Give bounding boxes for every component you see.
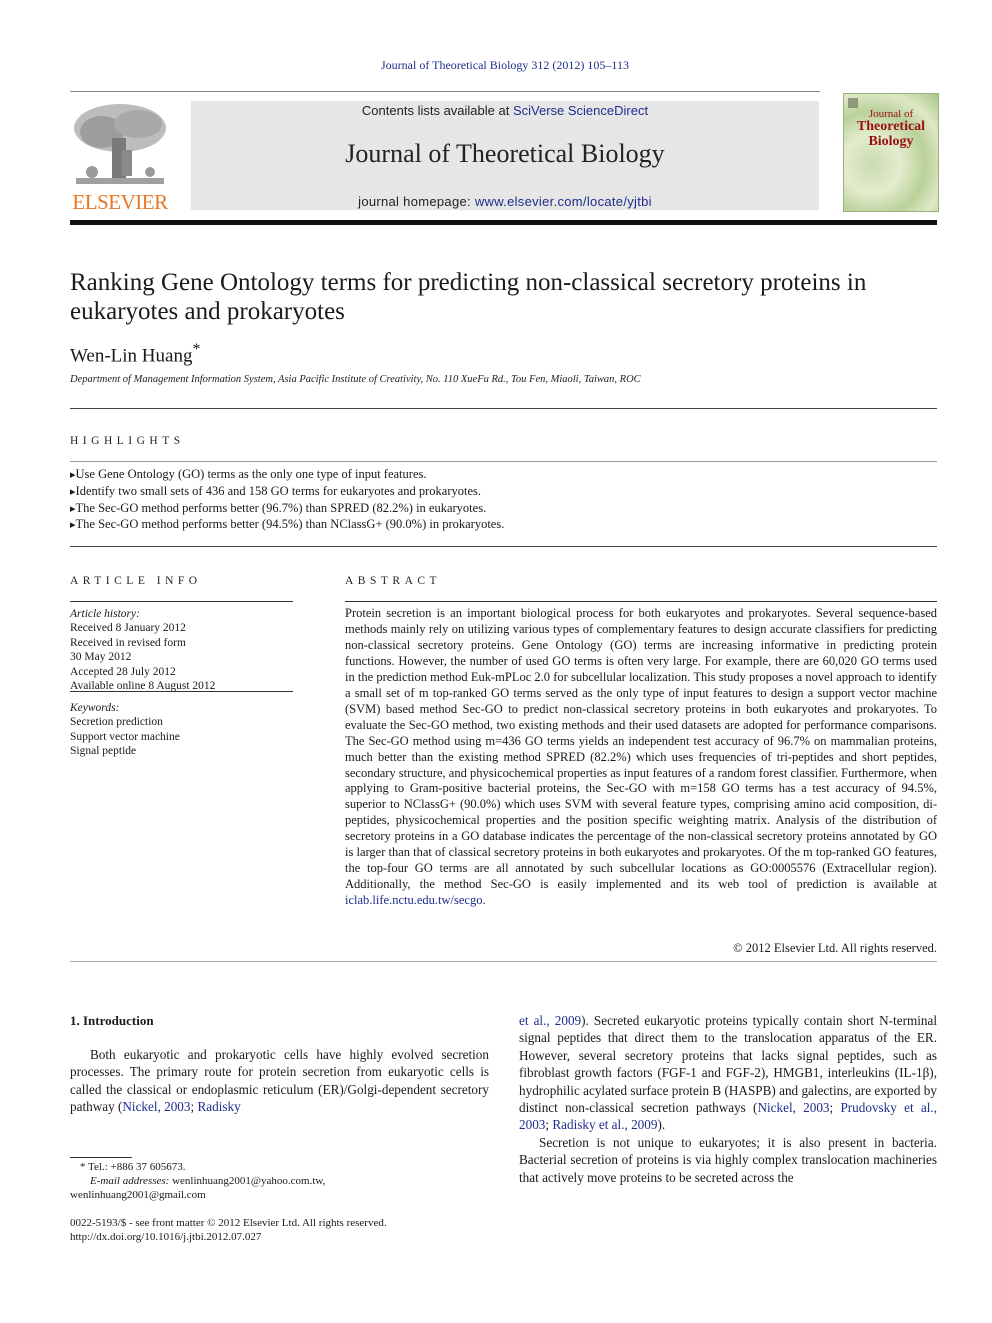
homepage-line: journal homepage: www.elsevier.com/locat… <box>191 194 819 209</box>
header-thick-rule <box>70 220 937 225</box>
affiliation: Department of Management Information Sys… <box>70 374 641 385</box>
sciencedirect-link[interactable]: SciVerse ScienceDirect <box>513 103 648 118</box>
history-entry: 30 May 2012 <box>70 651 132 664</box>
ref-separator: ; <box>829 1100 841 1116</box>
elsevier-logo[interactable]: ELSEVIER <box>70 100 170 214</box>
reference-link[interactable]: Radisky et al., 2009 <box>552 1117 657 1132</box>
history-entry: Received 8 January 2012 <box>70 622 186 635</box>
reference-link[interactable]: Nickel, 2003 <box>757 1100 829 1115</box>
paragraph: Both eukaryotic and prokaryotic cells ha… <box>70 1046 489 1116</box>
paragraph: Secretion is not unique to eukaryotes; i… <box>519 1134 937 1185</box>
elsevier-wordmark: ELSEVIER <box>72 190 168 214</box>
divider <box>70 546 937 547</box>
footnote-email-line: E-mail addresses: wenlinhuang2001@yahoo.… <box>70 1174 500 1188</box>
keyword: Secretion prediction <box>70 716 163 729</box>
highlight-item: The Sec-GO method performs better (96.7%… <box>70 501 940 518</box>
divider <box>70 961 937 962</box>
homepage-link[interactable]: www.elsevier.com/locate/yjtbi <box>475 194 652 209</box>
email-2[interactable]: wenlinhuang2001@gmail.com <box>70 1188 500 1202</box>
author-name[interactable]: Wen-Lin Huang <box>70 345 192 366</box>
cover-title-line2: Theoretical <box>856 119 926 134</box>
homepage-prefix: journal homepage: <box>358 194 475 209</box>
abstract-copyright: © 2012 Elsevier Ltd. All rights reserved… <box>733 941 937 955</box>
doi-link[interactable]: http://dx.doi.org/10.1016/j.jtbi.2012.07… <box>70 1230 500 1244</box>
paragraph: et al., 2009). Secreted eukaryotic prote… <box>519 1012 937 1134</box>
abstract-body: Protein secretion is an important biolog… <box>345 606 937 892</box>
journal-cover[interactable]: Journal of Theoretical Biology <box>843 93 939 212</box>
divider <box>345 601 937 602</box>
history-entry: Received in revised form <box>70 636 186 649</box>
front-matter: 0022-5193/$ - see front matter © 2012 El… <box>70 1216 500 1244</box>
contents-prefix: Contents lists available at <box>361 103 513 118</box>
highlights-heading: HIGHLIGHTS <box>70 435 185 447</box>
divider <box>70 461 937 462</box>
reference-link[interactable]: et al., 2009 <box>519 1013 581 1028</box>
email-label: E-mail addresses: <box>90 1175 170 1187</box>
highlight-item: Use Gene Ontology (GO) terms as the only… <box>70 467 940 484</box>
footnote-tel: * Tel.: +886 37 605673. <box>80 1161 186 1173</box>
footnote: * Tel.: +886 37 605673. E-mail addresses… <box>70 1160 500 1202</box>
abstract-end: . <box>482 893 486 908</box>
journal-banner: Contents lists available at SciVerse Sci… <box>191 101 819 210</box>
keyword: Support vector machine <box>70 730 180 743</box>
history-label: Article history: <box>70 608 140 620</box>
history-entry: Accepted 28 July 2012 <box>70 665 176 678</box>
keywords-label: Keywords: <box>70 702 120 714</box>
email-1[interactable]: wenlinhuang2001@yahoo.com.tw, <box>169 1175 325 1187</box>
contents-line: Contents lists available at SciVerse Sci… <box>191 103 819 118</box>
author-footnote-mark[interactable]: * <box>192 341 200 358</box>
body-column-left: Both eukaryotic and prokaryotic cells ha… <box>70 1046 489 1116</box>
elsevier-tree-icon <box>74 104 166 184</box>
cover-elsevier-icon <box>848 98 858 108</box>
footnote-rule <box>70 1157 132 1158</box>
highlights-list: Use Gene Ontology (GO) terms as the only… <box>70 467 940 534</box>
highlight-item: The Sec-GO method performs better (94.5%… <box>70 517 940 534</box>
highlight-item: Identify two small sets of 436 and 158 G… <box>70 484 940 501</box>
divider <box>70 408 937 409</box>
abstract-heading: ABSTRACT <box>345 575 442 587</box>
paragraph-end: ). <box>657 1117 666 1133</box>
article-title: Ranking Gene Ontology terms for predicti… <box>70 269 867 325</box>
divider <box>70 691 293 692</box>
section-heading-introduction: 1. Introduction <box>70 1013 154 1028</box>
secgo-web-link[interactable]: iclab.life.nctu.edu.tw/secgo <box>345 893 482 907</box>
cover-title-main: Theoretical Biology <box>844 119 938 149</box>
reference-link[interactable]: Radisky <box>197 1099 240 1114</box>
journal-citation[interactable]: Journal of Theoretical Biology 312 (2012… <box>0 58 992 73</box>
issn-line: 0022-5193/$ - see front matter © 2012 El… <box>70 1217 387 1229</box>
journal-title: Journal of Theoretical Biology <box>345 139 665 168</box>
abstract-text: Protein secretion is an important biolog… <box>345 606 937 909</box>
reference-link[interactable]: Nickel, 2003 <box>122 1099 190 1114</box>
divider <box>70 601 293 602</box>
body-column-right: et al., 2009). Secreted eukaryotic prote… <box>519 1012 937 1186</box>
keywords: Keywords: Secretion prediction Support v… <box>70 701 300 759</box>
article-info-heading: ARTICLE INFO <box>70 575 202 587</box>
header-rule <box>70 91 820 92</box>
cover-title-line3: Biology <box>868 134 914 149</box>
article-history: Article history: Received 8 January 2012… <box>70 607 300 693</box>
author-line: Wen-Lin Huang* <box>70 341 200 367</box>
keyword: Signal peptide <box>70 745 137 758</box>
